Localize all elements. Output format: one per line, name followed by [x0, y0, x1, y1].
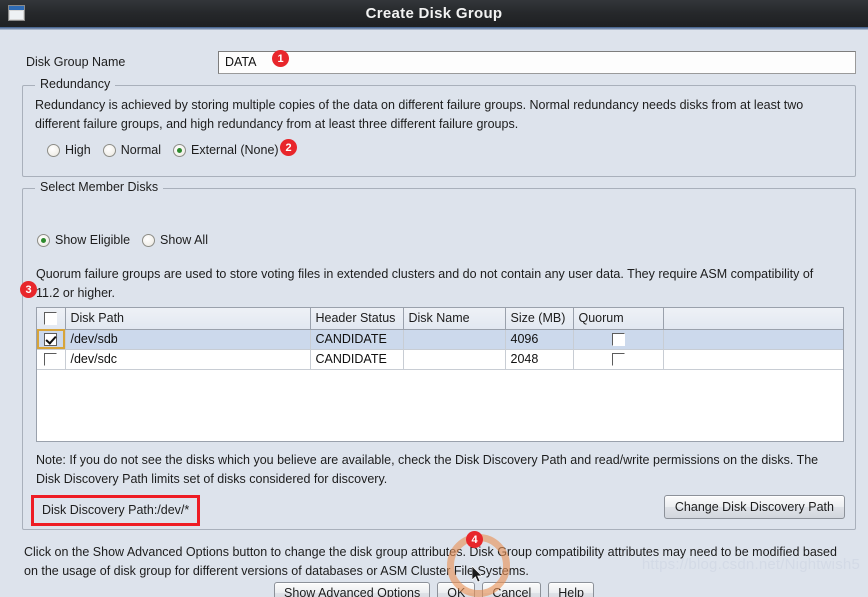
cell-quorum[interactable]: [573, 329, 664, 350]
cell-header-status: CANDIDATE: [310, 329, 404, 350]
cell-size-mb: 4096: [505, 329, 574, 350]
radio-label: Normal: [120, 143, 162, 157]
header-quorum[interactable]: Quorum: [573, 308, 664, 330]
disk-filter-radio-group: Show Eligible Show All: [37, 233, 220, 247]
radio-circle-icon: [47, 143, 60, 157]
header-select-all-cell[interactable]: [37, 308, 66, 330]
redundancy-legend: Redundancy: [35, 77, 116, 91]
quorum-note: Quorum failure groups are used to store …: [36, 267, 814, 300]
select-member-disks-groupbox: Select Member Disks Show Eligible Show A…: [22, 180, 856, 530]
header-size-mb[interactable]: Size (MB): [505, 308, 574, 330]
ok-button[interactable]: OK: [437, 582, 476, 597]
change-disk-discovery-path-button[interactable]: Change Disk Discovery Path: [663, 495, 845, 519]
discovery-path-text: Disk Discovery Path:/dev/*: [42, 503, 190, 517]
cell-filler: [663, 329, 843, 350]
disks-table: Disk Path Header Status Disk Name Size (…: [37, 308, 843, 370]
radio-circle-icon: [102, 143, 116, 157]
row-checkbox-icon[interactable]: [44, 353, 58, 367]
redundancy-description: Redundancy is achieved by storing multip…: [35, 98, 804, 131]
radio-circle-selected-icon: [173, 143, 187, 157]
table-row[interactable]: /dev/sdc CANDIDATE 2048: [37, 349, 843, 370]
cell-quorum[interactable]: [573, 349, 664, 370]
radio-redundancy-high[interactable]: High: [47, 143, 91, 157]
help-button[interactable]: Help: [548, 582, 594, 597]
cancel-button[interactable]: Cancel: [482, 582, 542, 597]
select-all-checkbox-icon[interactable]: [44, 312, 58, 326]
cell-disk-path: /dev/sdb: [65, 329, 311, 350]
discovery-note: Note: If you do not see the disks which …: [36, 453, 819, 486]
disk-group-name-label: Disk Group Name: [26, 55, 126, 69]
quorum-checkbox-icon[interactable]: [611, 353, 625, 367]
radio-label: High: [65, 143, 91, 157]
disk-group-name-input[interactable]: [218, 50, 856, 74]
create-disk-group-window: Create Disk Group Disk Group Name Redund…: [0, 0, 868, 597]
window-titlebar: Create Disk Group: [0, 0, 868, 27]
table-row[interactable]: /dev/sdb CANDIDATE 4096: [37, 329, 843, 350]
radio-redundancy-normal[interactable]: Normal: [102, 143, 162, 157]
radio-circle-selected-icon: [37, 233, 50, 247]
member-disks-legend: Select Member Disks: [35, 180, 164, 194]
table-header-row: Disk Path Header Status Disk Name Size (…: [37, 308, 843, 330]
cell-filler: [663, 349, 843, 370]
cell-disk-name: [403, 349, 506, 370]
header-header-status[interactable]: Header Status: [310, 308, 404, 330]
radio-label: External (None): [191, 143, 279, 157]
radio-redundancy-external[interactable]: External (None): [173, 143, 279, 157]
header-disk-name[interactable]: Disk Name: [403, 308, 506, 330]
cell-disk-path: /dev/sdc: [65, 349, 311, 370]
row-select-cell[interactable]: [37, 329, 66, 350]
redundancy-groupbox: Redundancy Redundancy is achieved by sto…: [22, 77, 856, 177]
annotation-badge-2: 2: [280, 139, 297, 156]
radio-show-all[interactable]: Show All: [142, 233, 208, 247]
dialog-content: Disk Group Name Redundancy Redundancy is…: [0, 30, 868, 597]
header-filler: [663, 308, 843, 330]
row-checkbox-checked-icon[interactable]: [44, 333, 58, 347]
row-select-cell[interactable]: [37, 349, 66, 370]
radio-circle-icon: [142, 233, 156, 247]
dialog-button-bar: Show Advanced Options OK Cancel Help: [0, 582, 868, 597]
header-disk-path[interactable]: Disk Path: [65, 308, 311, 330]
window-title: Create Disk Group: [365, 5, 503, 22]
cell-size-mb: 2048: [505, 349, 574, 370]
disks-table-container[interactable]: Disk Path Header Status Disk Name Size (…: [36, 307, 844, 442]
radio-show-eligible[interactable]: Show Eligible: [37, 233, 130, 247]
annotation-badge-3: 3: [20, 281, 37, 298]
show-advanced-options-button[interactable]: Show Advanced Options: [274, 582, 431, 597]
redundancy-radio-group: High Normal External (None): [47, 143, 291, 157]
cell-header-status: CANDIDATE: [310, 349, 404, 370]
watermark-text: https://blog.csdn.net/Nightwish5: [641, 556, 860, 573]
discovery-path-highlight: Disk Discovery Path:/dev/*: [31, 495, 201, 526]
annotation-badge-4: 4: [466, 531, 483, 548]
cell-disk-name: [403, 329, 506, 350]
quorum-checkbox-icon[interactable]: [611, 333, 625, 347]
annotation-badge-1: 1: [272, 50, 289, 67]
window-icon: [8, 5, 25, 21]
radio-label: Show Eligible: [55, 233, 131, 247]
disk-group-name-row: Disk Group Name: [26, 50, 856, 74]
radio-label: Show All: [160, 233, 208, 247]
